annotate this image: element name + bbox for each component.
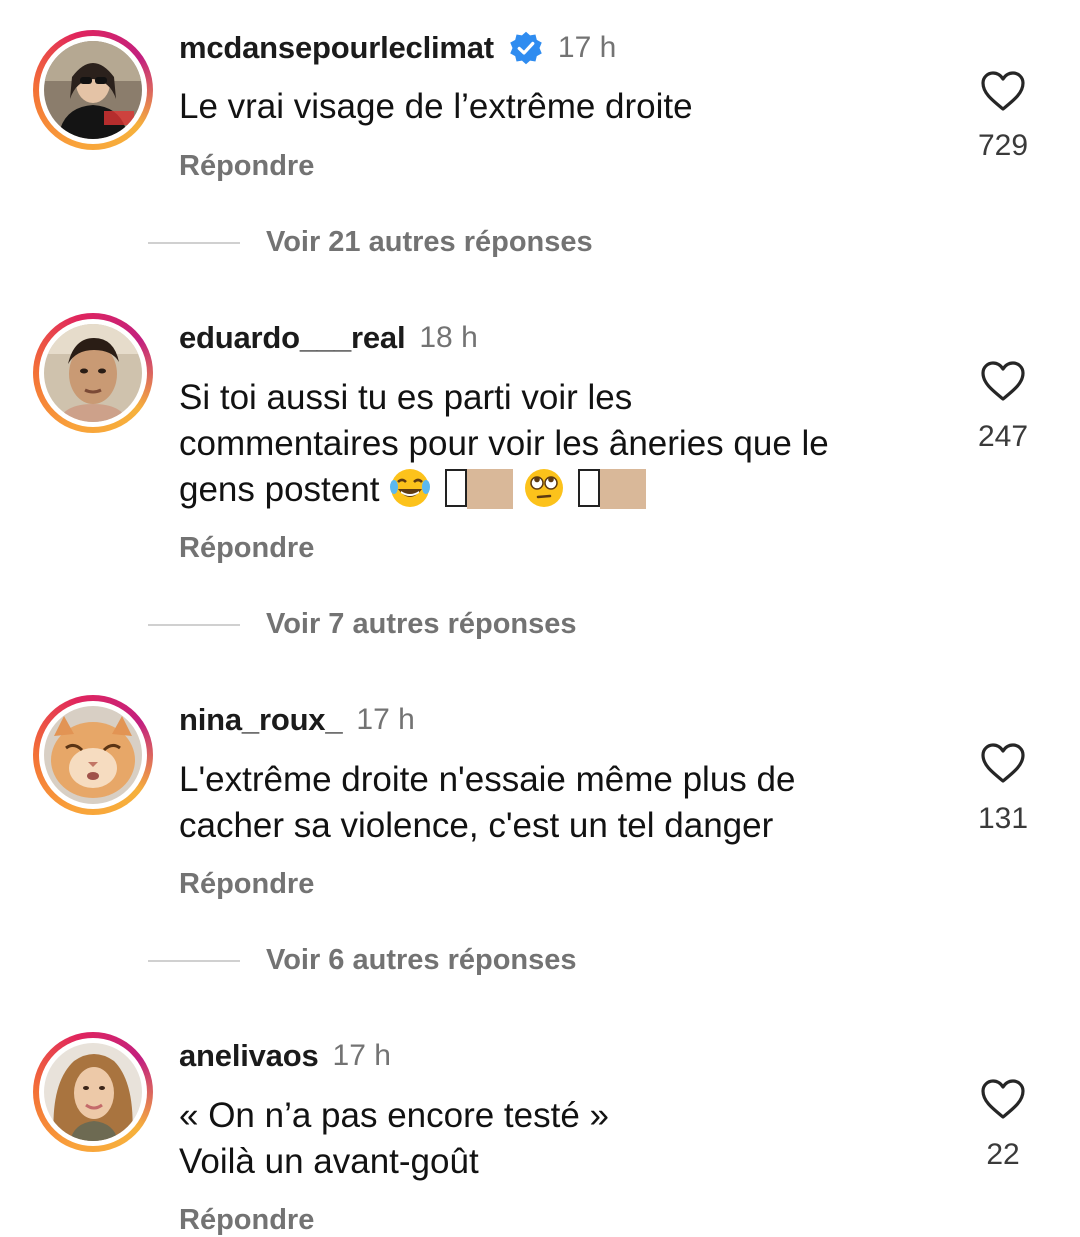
username[interactable]: eduardo___real — [179, 320, 406, 356]
comment-text: « On n’a pas encore testé » Voilà un ava… — [179, 1093, 939, 1185]
avatar-image — [44, 1043, 142, 1141]
reply-button[interactable]: Répondre — [179, 150, 314, 183]
view-more-replies[interactable]: Voir 7 autres réponses — [148, 608, 577, 641]
missing-glyph-icon — [578, 469, 601, 507]
username[interactable]: mcdansepourleclimat — [179, 30, 494, 66]
comment-text-line: L'extrême droite n'essaie même plus de — [179, 760, 796, 799]
like-count: 131 — [977, 802, 1029, 835]
timestamp: 17 h — [356, 703, 415, 736]
comment-text-line: commentaires pour voir les âneries que l… — [179, 424, 829, 463]
avatar[interactable] — [33, 313, 153, 433]
heart-outline-icon[interactable] — [980, 1078, 1026, 1120]
comment-header: anelivaos 17 h — [179, 1036, 391, 1076]
like-count: 247 — [977, 420, 1029, 453]
verified-badge-icon — [510, 31, 542, 65]
avatar[interactable] — [33, 1032, 153, 1152]
heart-outline-icon[interactable] — [980, 742, 1026, 784]
reply-button[interactable]: Répondre — [179, 532, 314, 565]
heart-outline-icon[interactable] — [980, 70, 1026, 112]
username[interactable]: anelivaos — [179, 1038, 319, 1074]
view-more-replies-label[interactable]: Voir 7 autres réponses — [266, 608, 577, 641]
skin-tone-icon — [466, 469, 513, 509]
comment-text-line: gens postent — [179, 467, 939, 513]
divider — [148, 241, 240, 244]
username[interactable]: nina_roux_ — [179, 702, 343, 738]
face-with-rolling-eyes — [524, 469, 563, 507]
comment-text: Si toi aussi tu es parti voir les commen… — [179, 375, 939, 513]
divider — [148, 959, 240, 962]
avatar-image — [44, 324, 142, 422]
view-more-replies[interactable]: Voir 6 autres réponses — [148, 944, 577, 977]
face-with-tears-of-joy — [390, 469, 431, 507]
timestamp: 17 h — [332, 1039, 391, 1072]
comment-text-line: Si toi aussi tu es parti voir les — [179, 378, 633, 417]
missing-glyph-icon — [444, 469, 467, 507]
avatar-image — [44, 706, 142, 804]
reply-button[interactable]: Répondre — [179, 1204, 314, 1237]
heart-outline-icon[interactable] — [980, 360, 1026, 402]
comment-text-line: « On n’a pas encore testé » — [179, 1096, 609, 1135]
view-more-replies-label[interactable]: Voir 6 autres réponses — [266, 944, 577, 977]
comment-text: Le vrai visage de l’extrême droite — [179, 87, 693, 126]
avatar[interactable] — [33, 695, 153, 815]
comment-text: L'extrême droite n'essaie même plus de c… — [179, 757, 939, 849]
divider — [148, 623, 240, 626]
view-more-replies-label[interactable]: Voir 21 autres réponses — [266, 226, 593, 259]
like-count: 22 — [986, 1138, 1020, 1171]
timestamp: 18 h — [419, 321, 478, 354]
comment-header: mcdansepourleclimat 17 h — [179, 28, 616, 68]
view-more-replies[interactable]: Voir 21 autres réponses — [148, 226, 593, 259]
comment-text-line: cacher sa violence, c'est un tel danger — [179, 806, 774, 845]
comment-text-segment: gens postent — [179, 470, 380, 509]
comment-header: eduardo___real 18 h — [179, 318, 478, 358]
comment-header: nina_roux_ 17 h — [179, 700, 415, 740]
comment-text-line: Voilà un avant-goût — [179, 1142, 479, 1181]
timestamp: 17 h — [557, 31, 617, 64]
avatar-image — [44, 41, 142, 139]
skin-tone-icon — [600, 469, 647, 509]
reply-button[interactable]: Répondre — [179, 868, 314, 901]
avatar[interactable] — [33, 30, 153, 150]
like-count: 729 — [977, 129, 1029, 162]
